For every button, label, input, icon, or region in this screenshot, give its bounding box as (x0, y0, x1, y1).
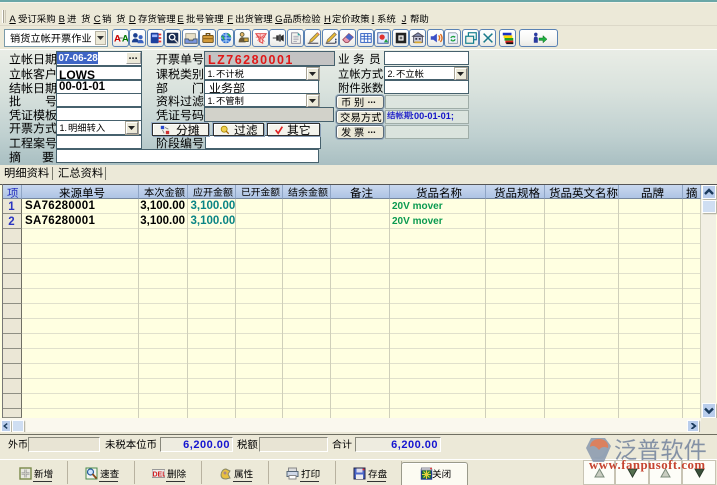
svg-text:DEL: DEL (153, 472, 166, 479)
svg-text:A: A (121, 34, 127, 45)
svg-text:A: A (114, 34, 121, 45)
